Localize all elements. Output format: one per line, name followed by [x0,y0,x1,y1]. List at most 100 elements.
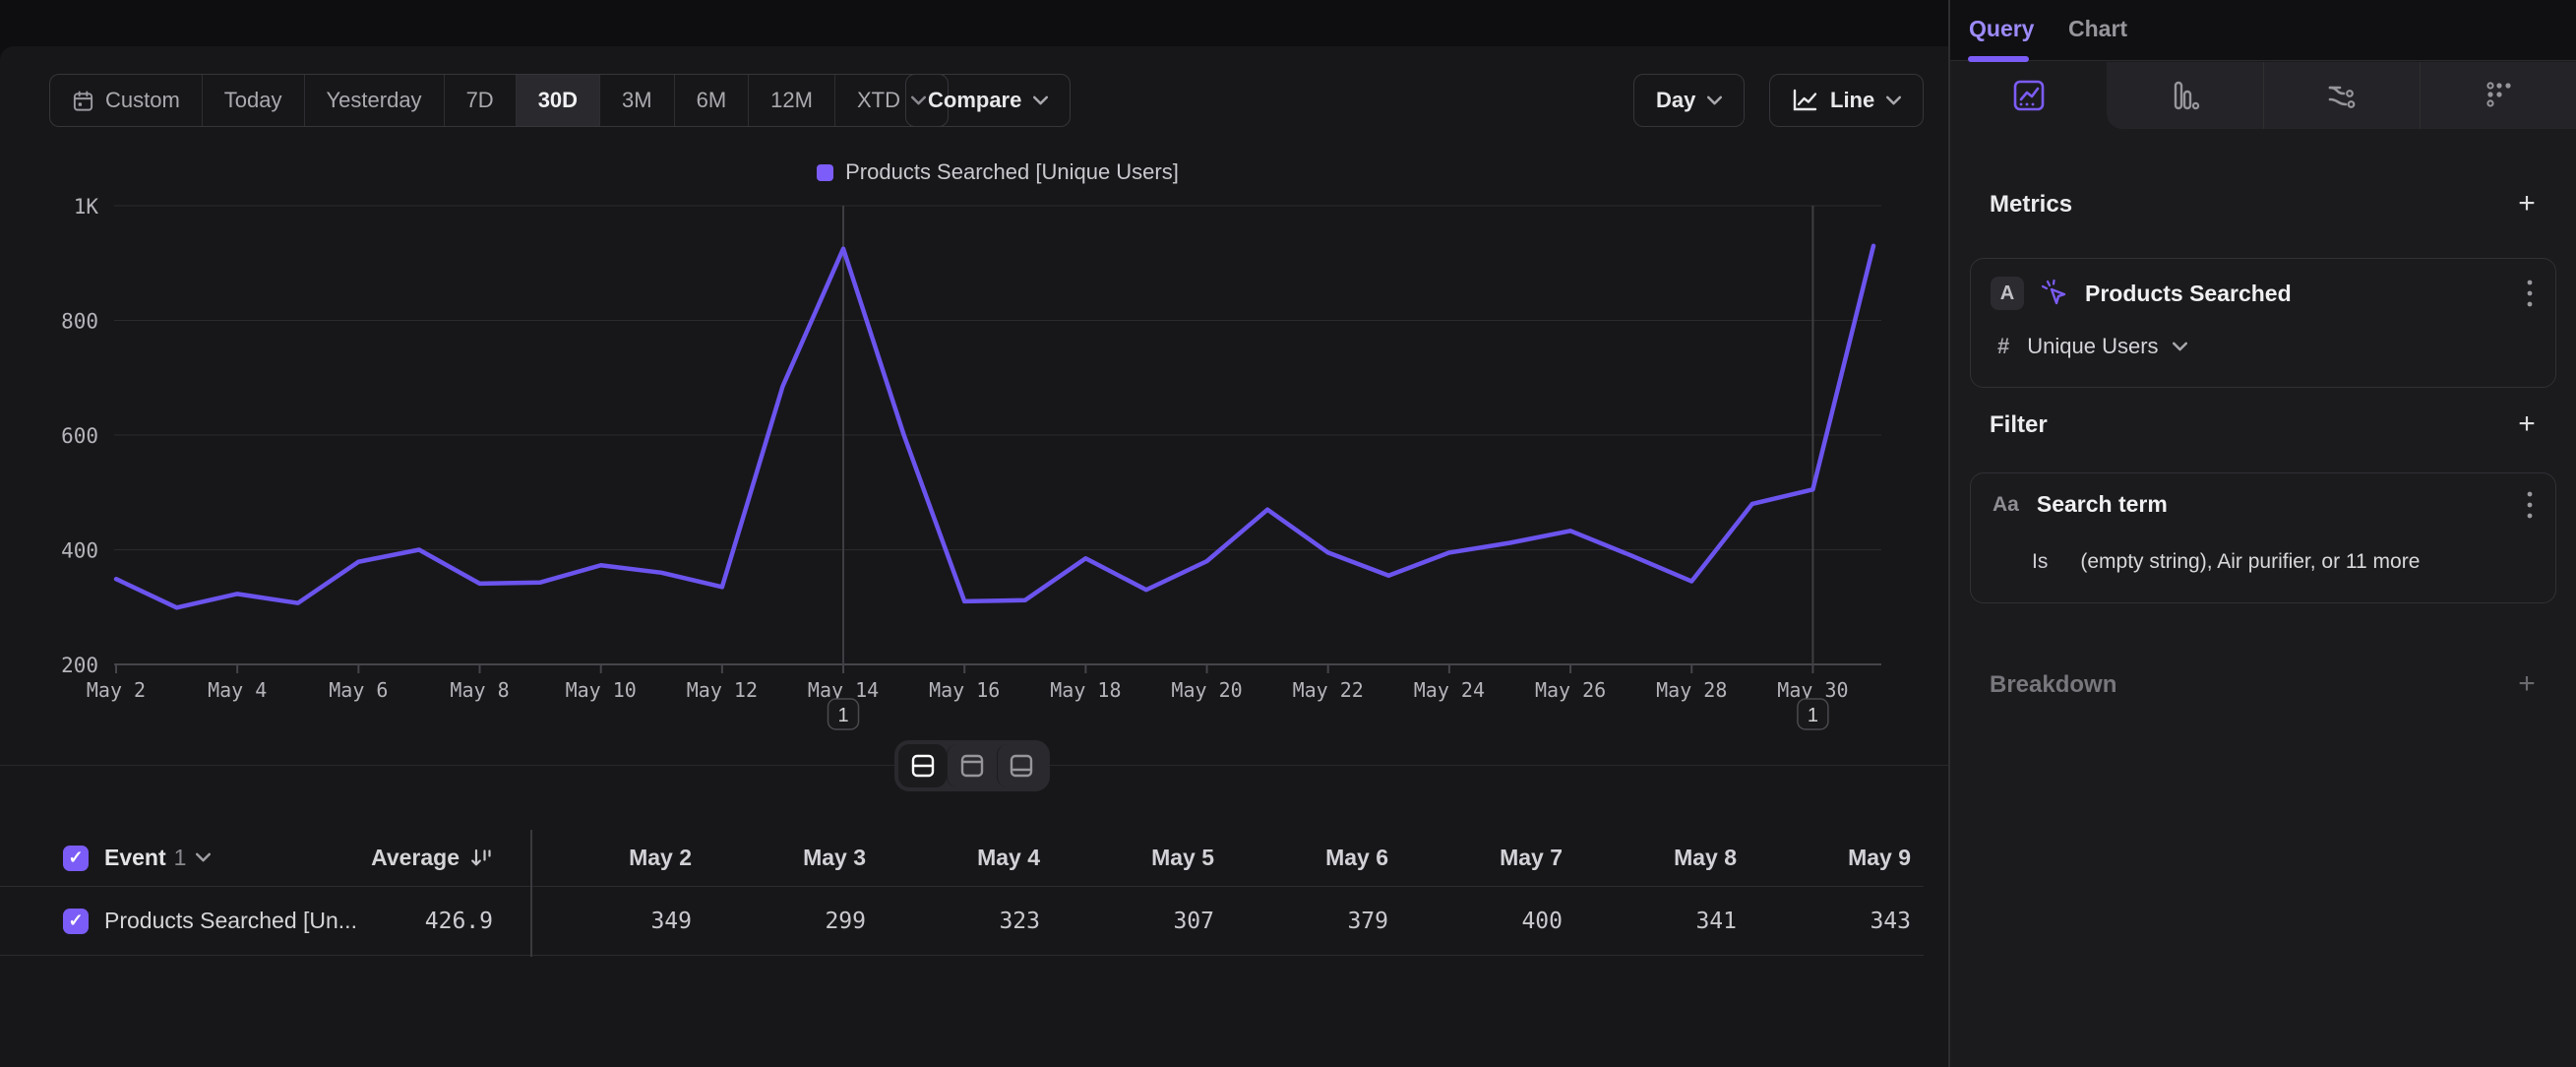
layout-button-split-view[interactable] [898,744,947,787]
add-filter-button[interactable]: + [2514,411,2540,437]
analytics-app: 2004006008001KMay 2May 4May 6May 8May 10… [0,0,2576,1067]
value-cell[interactable]: 307 [1053,909,1227,934]
value-cell[interactable]: 343 [1749,909,1924,934]
sort-descending-icon[interactable] [469,847,493,870]
table-header-left: ✓ Event 1 Average [0,830,530,886]
flows-icon [2324,78,2360,113]
chevron-down-icon [2173,342,2187,351]
chart-toolbar: Custom Today Yesterday 7D 30D 3M 6M 12M XTD Comp… [0,74,1948,127]
chart-type-button[interactable]: Line [1769,74,1924,127]
compare-button[interactable]: Compare [905,74,1071,127]
metric-card[interactable]: A Products Searched # Unique Users [1970,258,2556,388]
tab-flows[interactable] [2263,62,2420,129]
range-button-7d[interactable]: 7D [445,75,517,126]
split-view-icon [909,753,937,779]
chart-type-label: Line [1830,88,1874,113]
range-label: 7D [466,88,494,113]
range-button-3m[interactable]: 3M [600,75,675,126]
tab-query[interactable]: Query [1969,16,2034,42]
x-axis-label: May 16 [929,678,1000,702]
select-all-checkbox[interactable]: ✓ [63,846,89,871]
x-axis-label: May 18 [1050,678,1121,702]
date-column-header[interactable]: May 2 [530,845,705,871]
filter-heading: Filter [1990,411,2048,439]
range-button-12m[interactable]: 12M [749,75,835,126]
x-axis-label: May 6 [329,678,388,702]
row-checkbox[interactable]: ✓ [63,909,89,934]
aggregation-selector[interactable]: Unique Users [2027,334,2158,359]
layout-button-chart-view[interactable] [947,744,996,787]
annotation-badge-label: 1 [1808,705,1818,726]
date-column-header[interactable]: May 5 [1053,845,1227,871]
value-cell[interactable]: 379 [1227,909,1401,934]
table-view-icon [1008,753,1035,779]
x-axis-label: May 12 [687,678,758,702]
range-button-yesterday[interactable]: Yesterday [305,75,445,126]
range-label: Custom [105,88,180,113]
value-cell[interactable]: 341 [1575,909,1749,934]
value-cell[interactable]: 400 [1401,909,1575,934]
panel-header: Query Chart [1950,0,2576,61]
range-button-custom[interactable]: Custom [50,75,203,126]
add-metric-button[interactable]: + [2514,191,2540,217]
kebab-menu-icon[interactable] [2526,278,2534,309]
results-table: ✓ Event 1 Average May 2May 3May 4May 5 [0,830,1924,956]
tab-chart[interactable]: Chart [2068,16,2127,42]
x-axis-label: May 26 [1535,678,1606,702]
date-column-header[interactable]: May 4 [879,845,1053,871]
table-row[interactable]: ✓ Products Searched [Un... 426.9 3492993… [0,887,1924,956]
date-column-header[interactable]: May 3 [705,845,879,871]
kebab-menu-icon[interactable] [2526,489,2534,521]
filter-operator[interactable]: Is [2032,550,2048,574]
compare-label: Compare [928,88,1021,113]
range-label: 6M [697,88,727,113]
table-value-cells: 349299323307379400341343 [530,909,1924,934]
chart-view-icon [958,753,986,779]
chart-legend[interactable]: Products Searched [Unique Users] [482,157,1513,187]
x-axis-label: May 22 [1293,678,1364,702]
date-column-header[interactable]: May 7 [1401,845,1575,871]
dots-grid-icon [2481,78,2516,113]
range-button-today[interactable]: Today [203,75,305,126]
range-button-6m[interactable]: 6M [675,75,750,126]
filter-card[interactable]: Aa Search term Is (empty string), Air pu… [1970,472,2556,603]
date-column-header[interactable]: May 6 [1227,845,1401,871]
y-axis-label: 1K [74,195,99,219]
x-axis-label: May 28 [1656,678,1727,702]
value-cell[interactable]: 349 [530,909,705,934]
series-line[interactable] [116,246,1873,608]
range-label: XTD [857,88,900,113]
tab-funnels[interactable] [2107,62,2263,129]
date-column-header[interactable]: May 9 [1749,845,1924,871]
report-type-tabs [1950,62,2576,129]
granularity-label: Day [1656,88,1695,113]
filter-value[interactable]: (empty string), Air purifier, or 11 more [2080,550,2420,574]
range-label: 30D [538,88,578,113]
range-label: Yesterday [327,88,422,113]
granularity-button[interactable]: Day [1633,74,1745,127]
value-cell[interactable]: 299 [705,909,879,934]
add-breakdown-button[interactable]: + [2514,671,2540,697]
breakdown-heading: Breakdown [1990,671,2116,699]
average-value: 426.9 [425,909,493,934]
date-column-header[interactable]: May 8 [1575,845,1749,871]
metric-letter-badge: A [1991,277,2024,310]
average-column-label: Average [371,845,460,871]
range-label: 3M [622,88,652,113]
funnel-bars-icon [2168,78,2203,113]
chevron-down-icon[interactable] [196,849,211,867]
chevron-down-icon [1886,95,1901,105]
range-label: Today [224,88,282,113]
line-chart-icon [1792,89,1818,112]
range-button-30d[interactable]: 30D [517,75,600,126]
tab-insights[interactable] [1950,62,2107,129]
string-type-icon: Aa [1993,493,2019,517]
query-panel: Query Chart [1950,0,2576,1067]
value-cell[interactable]: 323 [879,909,1053,934]
legend-swatch [817,164,833,181]
table-date-headers: May 2May 3May 4May 5May 6May 7May 8May 9 [530,845,1924,871]
tab-retention[interactable] [2420,62,2576,129]
event-count: 1 [174,845,187,871]
layout-button-table-view[interactable] [997,744,1046,787]
x-axis-label: May 4 [208,678,267,702]
